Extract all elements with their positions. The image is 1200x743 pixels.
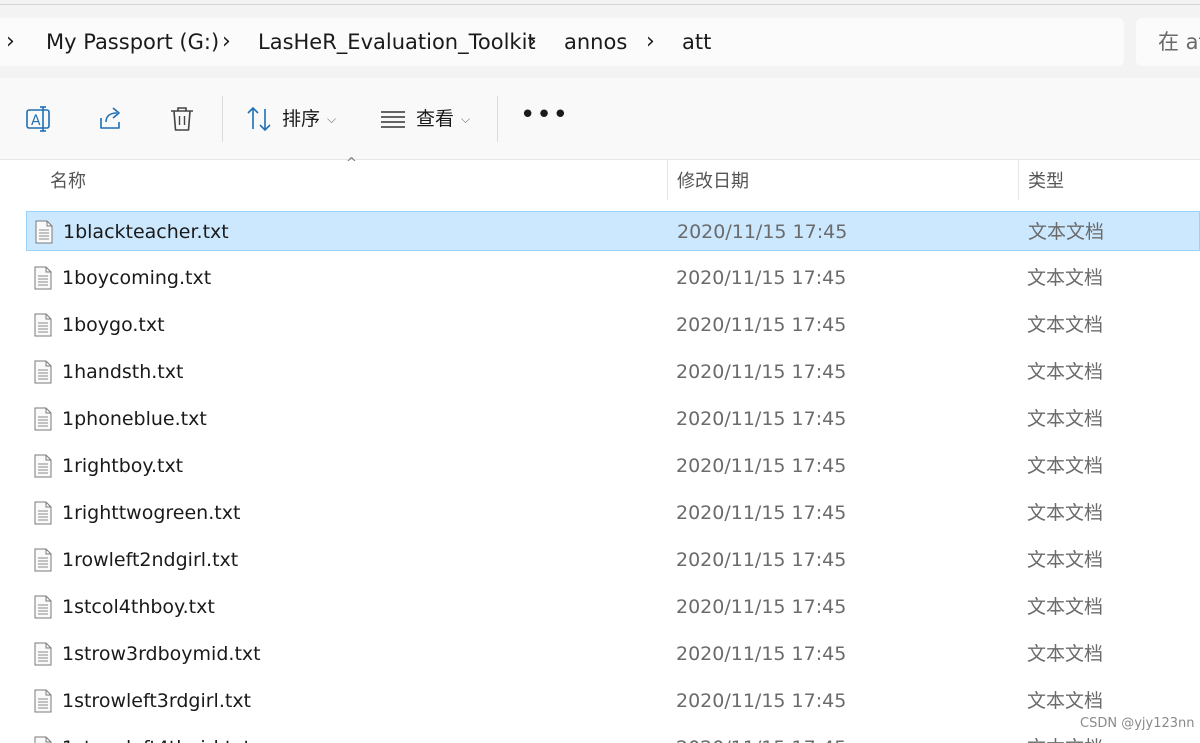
column-divider[interactable]	[667, 160, 668, 200]
breadcrumb-annos[interactable]: annos	[564, 28, 627, 56]
window-divider	[0, 4, 1200, 5]
file-row[interactable]: 1boygo.txt 2020/11/15 17:45 文本文档	[26, 305, 1200, 345]
file-modified-date: 2020/11/15 17:45	[676, 267, 847, 289]
column-header-name[interactable]: 名称	[50, 170, 86, 194]
file-modified-date: 2020/11/15 17:45	[676, 549, 847, 571]
file-row[interactable]: 1handsth.txt 2020/11/15 17:45 文本文档	[26, 352, 1200, 392]
text-file-icon	[34, 595, 52, 619]
file-name: 1rightboy.txt	[62, 455, 184, 477]
text-file-icon	[34, 736, 52, 743]
file-row[interactable]: 1boycoming.txt 2020/11/15 17:45 文本文档	[26, 258, 1200, 298]
file-type: 文本文档	[1027, 314, 1104, 336]
file-modified-date: 2020/11/15 17:45	[676, 502, 847, 524]
breadcrumb-chevron-icon[interactable]: ›	[222, 28, 231, 56]
sort-button[interactable]: 排序	[282, 106, 320, 132]
breadcrumb-chevron-icon[interactable]: ›	[646, 28, 655, 56]
text-file-icon	[34, 501, 52, 525]
file-name: 1strowleft3rdgirl.txt	[62, 690, 252, 712]
toolbar-divider	[497, 96, 498, 142]
svg-text:A: A	[31, 113, 41, 129]
share-icon[interactable]	[96, 104, 126, 134]
file-type: 文本文档	[1027, 455, 1104, 477]
chevron-down-icon[interactable]: ⌵	[461, 108, 470, 130]
file-name: 1blackteacher.txt	[63, 221, 229, 243]
toolbar-divider	[222, 96, 223, 142]
text-file-icon	[34, 454, 52, 478]
file-type: 文本文档	[1027, 549, 1104, 571]
file-name: 1rowleft2ndgirl.txt	[62, 549, 239, 571]
file-type: 文本文档	[1028, 221, 1105, 243]
file-name: 1phoneblue.txt	[62, 408, 207, 430]
chevron-down-icon[interactable]: ⌵	[327, 108, 336, 130]
file-modified-date: 2020/11/15 17:45	[676, 455, 847, 477]
file-name: 1righttwogreen.txt	[62, 502, 241, 524]
text-file-icon	[34, 548, 52, 572]
column-header-modified[interactable]: 修改日期	[677, 170, 749, 194]
text-file-icon	[34, 360, 52, 384]
file-name: 1strowleft4thgirl.txt	[62, 735, 251, 743]
file-modified-date: 2020/11/15 17:45	[676, 408, 847, 430]
breadcrumb-chevron-icon[interactable]: ›	[528, 28, 537, 56]
file-row[interactable]: 1strow3rdboymid.txt 2020/11/15 17:45 文本文档	[26, 634, 1200, 674]
file-modified-date: 2020/11/15 17:45	[676, 735, 846, 743]
file-name: 1boygo.txt	[62, 314, 165, 336]
text-file-icon	[34, 642, 52, 666]
text-file-icon	[35, 220, 53, 244]
file-modified-date: 2020/11/15 17:45	[676, 596, 847, 618]
file-name: 1strow3rdboymid.txt	[62, 643, 261, 665]
file-type: 文本文档	[1027, 502, 1104, 524]
file-row[interactable]: 1strowleft3rdgirl.txt 2020/11/15 17:45 文本文…	[26, 681, 1200, 721]
view-button[interactable]: 查看	[416, 106, 454, 132]
file-modified-date: 2020/11/15 17:45	[676, 643, 847, 665]
file-type: 文本文档	[1027, 596, 1104, 618]
view-icon[interactable]	[378, 104, 408, 134]
breadcrumb-drive[interactable]: My Passport (G:)	[46, 28, 219, 56]
file-name: 1stcol4thboy.txt	[62, 596, 215, 618]
file-row[interactable]: 1phoneblue.txt 2020/11/15 17:45 文本文档	[26, 399, 1200, 439]
file-type: 文本文档	[1027, 408, 1104, 430]
breadcrumb-chevron-icon[interactable]: ›	[6, 28, 15, 56]
file-row[interactable]: 1blackteacher.txt 2020/11/15 17:45 文本文档	[26, 211, 1200, 251]
text-file-icon	[34, 689, 52, 713]
sort-ascending-icon: ^	[346, 156, 357, 171]
file-type: 文本文档	[1027, 267, 1104, 289]
file-row[interactable]: 1rightboy.txt 2020/11/15 17:45 文本文档	[26, 446, 1200, 486]
text-file-icon	[34, 313, 52, 337]
file-type: 文本文档	[1027, 361, 1104, 383]
breadcrumb-att[interactable]: att	[682, 28, 711, 56]
file-name: 1boycoming.txt	[62, 267, 212, 289]
sort-icon[interactable]	[244, 104, 274, 134]
file-type: 文本文档	[1027, 690, 1104, 712]
rename-icon[interactable]: A	[24, 104, 54, 134]
search-placeholder: 在 at	[1158, 30, 1200, 54]
column-divider[interactable]	[1018, 160, 1019, 200]
file-modified-date: 2020/11/15 17:45	[676, 690, 847, 712]
text-file-icon	[34, 266, 52, 290]
more-options-button[interactable]: •••	[520, 100, 569, 130]
file-name: 1handsth.txt	[62, 361, 184, 383]
file-modified-date: 2020/11/15 17:45	[677, 221, 848, 243]
file-row[interactable]: 1stcol4thboy.txt 2020/11/15 17:45 文本文档	[26, 587, 1200, 627]
file-modified-date: 2020/11/15 17:45	[676, 314, 847, 336]
breadcrumb-toolkit[interactable]: LasHeR_Evaluation_Toolkit	[258, 28, 536, 56]
file-row[interactable]: 1rowleft2ndgirl.txt 2020/11/15 17:45 文本文档	[26, 540, 1200, 580]
file-modified-date: 2020/11/15 17:45	[676, 361, 847, 383]
column-header-type[interactable]: 类型	[1028, 170, 1064, 194]
text-file-icon	[34, 407, 52, 431]
file-type: 文本文档	[1027, 735, 1103, 743]
trash-icon[interactable]	[167, 104, 197, 134]
file-type: 文本文档	[1027, 643, 1104, 665]
file-row[interactable]: 1righttwogreen.txt 2020/11/15 17:45 文本文档	[26, 493, 1200, 533]
watermark: CSDN @yjy123nn	[1080, 716, 1195, 731]
file-row[interactable]: 1strowleft4thgirl.txt 2020/11/15 17:45 文本文…	[26, 728, 1200, 743]
